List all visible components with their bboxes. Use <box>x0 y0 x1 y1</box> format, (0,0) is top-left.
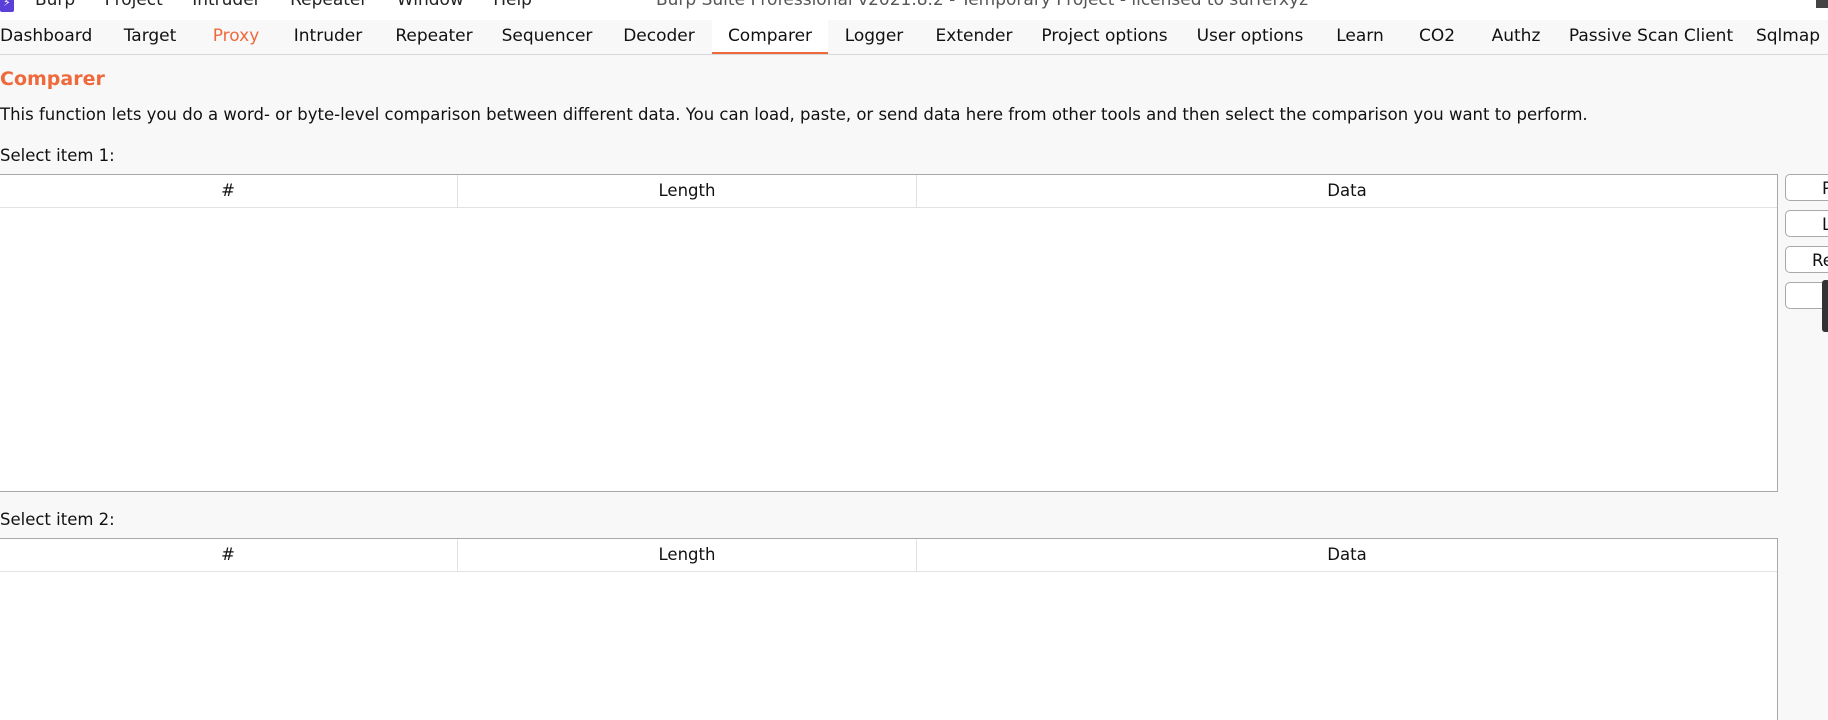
menu-repeater[interactable]: Repeater <box>290 0 367 10</box>
menu-window[interactable]: Window <box>397 0 464 10</box>
tab-extender[interactable]: Extender <box>925 20 1023 53</box>
tab-authz[interactable]: Authz <box>1476 20 1556 53</box>
item1-table-header: # Length Data <box>0 175 1777 208</box>
title-bar: ⚡ Burp Project Intruder Repeater Window … <box>0 0 1828 20</box>
tab-comparer[interactable]: Comparer <box>712 20 828 54</box>
tab-sqlmap[interactable]: Sqlmap <box>1748 20 1828 53</box>
column-header-number[interactable]: # <box>0 539 458 571</box>
item2-table-header: # Length Data <box>0 539 1777 572</box>
menu-help[interactable]: Help <box>493 0 532 10</box>
item2-table[interactable]: # Length Data <box>0 538 1778 720</box>
tab-intruder[interactable]: Intruder <box>278 20 378 53</box>
page-title: Comparer <box>0 68 105 90</box>
item1-label: Select item 1: <box>0 146 115 165</box>
tab-dashboard[interactable]: Dashboard <box>0 20 92 53</box>
menu-intruder[interactable]: Intruder <box>192 0 260 10</box>
column-header-number[interactable]: # <box>0 175 458 207</box>
tab-logger[interactable]: Logger <box>830 20 918 53</box>
burp-logo-icon: ⚡ <box>0 0 14 12</box>
minimize-icon[interactable]: – <box>1764 0 1773 7</box>
column-header-length[interactable]: Length <box>458 175 917 207</box>
menu-burp[interactable]: Burp <box>35 0 75 10</box>
item1-table[interactable]: # Length Data <box>0 174 1778 492</box>
tooltip-edge <box>1822 280 1828 332</box>
tab-co2[interactable]: CO2 <box>1405 20 1469 53</box>
item2-label: Select item 2: <box>0 510 115 529</box>
load-button[interactable]: L <box>1785 210 1828 237</box>
maximize-icon[interactable] <box>1816 0 1828 8</box>
tab-project-options[interactable]: Project options <box>1032 20 1177 53</box>
tab-learn[interactable]: Learn <box>1320 20 1400 53</box>
paste-button[interactable]: P <box>1785 174 1828 201</box>
tool-tab-bar: Dashboard Target Proxy Intruder Repeater… <box>0 20 1828 55</box>
page-description: This function lets you do a word- or byt… <box>0 105 1588 124</box>
tab-proxy[interactable]: Proxy <box>196 20 276 53</box>
remove-button[interactable]: Re <box>1785 246 1828 273</box>
column-header-data[interactable]: Data <box>917 175 1777 207</box>
tab-repeater[interactable]: Repeater <box>384 20 484 53</box>
tab-decoder[interactable]: Decoder <box>609 20 709 53</box>
menu-project[interactable]: Project <box>105 0 163 10</box>
column-header-length[interactable]: Length <box>458 539 917 571</box>
tab-user-options[interactable]: User options <box>1190 20 1310 53</box>
menu-bar: Burp Project Intruder Repeater Window He… <box>35 0 556 10</box>
burp-window: ⚡ Burp Project Intruder Repeater Window … <box>0 0 1828 720</box>
tab-sequencer[interactable]: Sequencer <box>493 20 601 53</box>
column-header-data[interactable]: Data <box>917 539 1777 571</box>
tab-target[interactable]: Target <box>105 20 195 53</box>
tab-passive-scan-client[interactable]: Passive Scan Client <box>1568 20 1734 53</box>
window-title: Burp Suite Professional v2021.8.2 - Temp… <box>656 0 1309 10</box>
